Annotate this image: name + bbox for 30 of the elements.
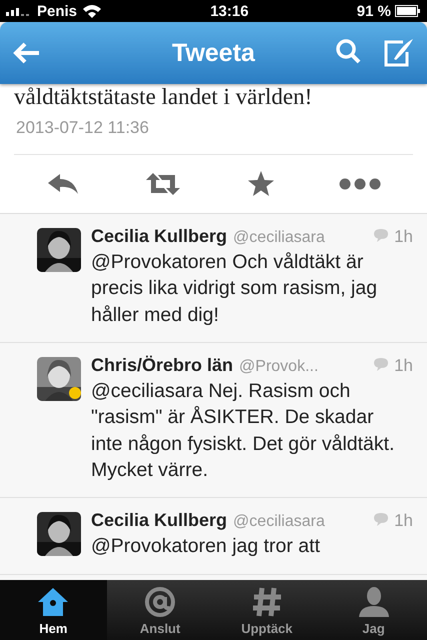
compose-button[interactable] [383, 38, 415, 68]
author-name: Chris/Örebro län [91, 354, 234, 376]
battery-percentage: 91 % [356, 2, 391, 20]
wifi-icon [82, 4, 102, 18]
reply-text: @Provokatoren jag tror att [91, 534, 321, 560]
author-handle: @ceciliasara [233, 229, 326, 247]
signal-icon [6, 6, 32, 16]
speech-bubble-icon [374, 229, 388, 242]
carrier-name: Penis [37, 2, 78, 20]
reply-text: @ceciliasara Nej. Rasism och "rasism" är ÅSIKTER. De skadar inte någon fysiskt. Det gör våldtäkt. Mycket värre. [91, 378, 396, 483]
tab-bar-item[interactable]: Jag [320, 580, 427, 640]
author-handle: @Provok... [239, 358, 320, 376]
tweet-age: 1h [394, 511, 413, 532]
tweet-age: 1h [394, 356, 413, 376]
tab-bar-item[interactable]: Hem [0, 580, 107, 640]
back-button[interactable] [12, 41, 42, 65]
reply-text: @Provokatoren Och våldtäkt är precis lika vidrigt som rasism, jag håller med dig! [91, 250, 378, 328]
tab-bar-item[interactable]: Anslut [106, 580, 214, 640]
tweet-text: våldtäktstätaste landet i världen! [14, 84, 314, 110]
author-handle: @ceciliasara [233, 513, 326, 532]
nav-title: Tweeta [172, 38, 255, 68]
battery-icon [394, 5, 421, 17]
speech-bubble-icon [374, 513, 388, 526]
tweet-timestamp: 2013-07-12 11:36 [15, 117, 150, 139]
tweet-age: 1h [394, 227, 413, 247]
clock-time: 13:16 [210, 2, 249, 20]
speech-bubble-icon [374, 358, 388, 371]
author-name: Cecilia Kullberg [91, 226, 228, 247]
author-name: Cecilia Kullberg [91, 510, 228, 532]
tab-bar-item[interactable]: Upptäck [214, 580, 320, 640]
